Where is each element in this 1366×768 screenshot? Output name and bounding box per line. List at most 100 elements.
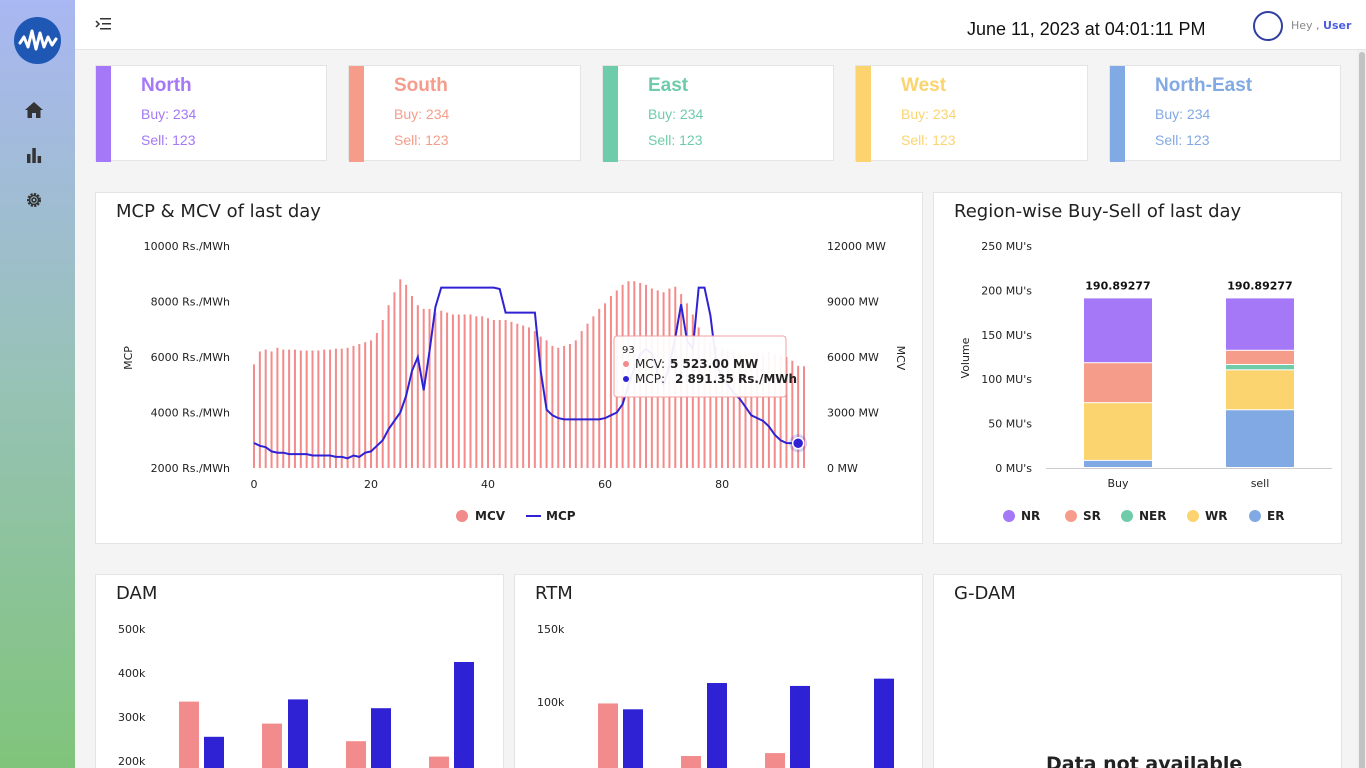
mcv-bar	[381, 320, 384, 468]
stacked-segment-sr	[1226, 350, 1294, 364]
legend-marker-ner	[1121, 510, 1133, 522]
legend-marker-sr	[1065, 510, 1077, 522]
mcv-bar	[481, 316, 484, 468]
tooltip-index: 93	[622, 345, 635, 356]
x-tick-label: 20	[364, 478, 378, 491]
stacked-segment-nr	[1084, 298, 1152, 363]
bar	[623, 709, 643, 768]
bar-chart-icon[interactable]	[24, 145, 44, 165]
legend-label: ER	[1267, 509, 1284, 523]
bar	[204, 736, 224, 768]
wave-logo-icon	[18, 29, 58, 51]
home-icon[interactable]	[24, 100, 44, 120]
mcv-bar	[428, 308, 431, 468]
sidebar	[0, 0, 75, 768]
rtm-chart[interactable]: 100k 150k	[515, 575, 922, 768]
bar-total-label: 190.89277	[1227, 279, 1292, 292]
stacked-segment-wr	[1226, 370, 1294, 410]
mcv-bar	[358, 344, 361, 468]
y-left-tick-label: 2000 Rs./MWh	[151, 462, 230, 475]
user-name[interactable]: User	[1323, 19, 1351, 32]
bar	[681, 756, 701, 768]
bar	[288, 699, 308, 768]
region-color-bar	[856, 66, 871, 162]
region-name: South	[394, 75, 448, 96]
y-tick-label: 150 MU's	[981, 329, 1032, 342]
mcv-bar	[446, 312, 449, 468]
mcv-bar	[504, 320, 507, 468]
region-color-bar	[1110, 66, 1125, 162]
y-axis-label: Volume	[959, 337, 972, 378]
mcv-bar	[346, 347, 349, 468]
menu-toggle-icon[interactable]	[95, 17, 111, 31]
legend-marker-er	[1249, 510, 1261, 522]
mcv-bar	[568, 344, 571, 468]
region-card-north[interactable]: North Buy: 234 Sell: 123	[95, 65, 327, 162]
mcv-bar	[434, 312, 437, 468]
greeting-text: Hey ,	[1291, 19, 1320, 32]
region-buy: Buy: 234	[141, 106, 197, 122]
region-buy-sell-chart[interactable]: 0 MU's 50 MU's 100 MU's 150 MU's 200 MU's 250…	[934, 193, 1341, 543]
stacked-segment-er	[1226, 410, 1294, 467]
bar	[346, 741, 366, 768]
region-sell: Sell: 123	[901, 132, 956, 148]
mcp-mcv-panel: MCP & MCV of last day 2000 Rs./MWh 4000 R…	[95, 192, 923, 544]
mcv-bar	[311, 350, 314, 468]
region-name: North-East	[1155, 75, 1253, 96]
mcv-bar	[492, 320, 495, 468]
mcv-bar	[803, 366, 805, 468]
tooltip-mcp-value: 2 891.35 Rs./MWh	[675, 372, 797, 386]
avatar[interactable]	[1253, 11, 1283, 41]
x-tick-label: 0	[251, 478, 258, 491]
mcv-bar	[323, 349, 326, 468]
mcv-bar	[370, 340, 373, 468]
mcv-bar	[264, 349, 267, 468]
gear-icon[interactable]	[24, 190, 44, 210]
mcv-bar	[516, 323, 519, 468]
region-buy: Buy: 234	[394, 106, 450, 122]
region-card-south[interactable]: South Buy: 234 Sell: 123	[348, 65, 581, 162]
bar	[707, 683, 727, 768]
region-card-north-east[interactable]: North-East Buy: 234 Sell: 123	[1109, 65, 1341, 162]
region-card-east[interactable]: East Buy: 234 Sell: 123	[602, 65, 834, 162]
mcv-bar	[487, 318, 490, 468]
mcv-bar	[282, 349, 285, 468]
mcv-bar	[563, 345, 566, 468]
bar	[262, 723, 282, 768]
mcv-bar	[258, 351, 261, 468]
region-name: West	[901, 75, 947, 96]
mcv-bar	[293, 349, 296, 468]
bar	[790, 685, 810, 768]
region-name: North	[141, 75, 192, 96]
stacked-segment-er	[1084, 460, 1152, 467]
logo[interactable]	[14, 17, 61, 64]
y-left-tick-label: 8000 Rs./MWh	[151, 296, 230, 309]
legend-label: WR	[1205, 509, 1227, 523]
no-data-message: Data not available	[1046, 753, 1243, 768]
y-tick-label: 150k	[537, 623, 565, 636]
mcv-bar	[574, 340, 577, 468]
stacked-segment-nr	[1226, 298, 1294, 350]
mcp-mcv-chart[interactable]: 2000 Rs./MWh4000 Rs./MWh6000 Rs./MWh8000…	[96, 193, 922, 543]
bar	[598, 703, 618, 768]
tooltip-mcv-label: MCV:	[635, 357, 665, 371]
legend-mcv-label: MCV	[475, 509, 506, 523]
mcv-bar	[399, 279, 402, 468]
mcv-bar	[522, 325, 525, 468]
y-tick-label: 200 MU's	[981, 284, 1032, 297]
region-card-west[interactable]: West Buy: 234 Sell: 123	[855, 65, 1088, 162]
mcv-bar	[557, 347, 560, 468]
x-tick-label: 80	[715, 478, 729, 491]
mcv-bar	[451, 314, 454, 468]
region-sell: Sell: 123	[141, 132, 196, 148]
mcv-bar	[551, 345, 554, 468]
mcv-bar	[405, 284, 408, 468]
mcv-bar	[475, 316, 478, 468]
panel-title: G-DAM	[954, 583, 1016, 604]
y-right-tick-label: 3000 MW	[827, 407, 879, 420]
mcv-bar	[440, 310, 443, 468]
y-tick-label: 300k	[118, 711, 146, 724]
dam-chart[interactable]: 200k 300k 400k 500k	[96, 575, 503, 768]
scrollbar-thumb[interactable]	[1359, 52, 1365, 768]
bar	[874, 678, 894, 768]
